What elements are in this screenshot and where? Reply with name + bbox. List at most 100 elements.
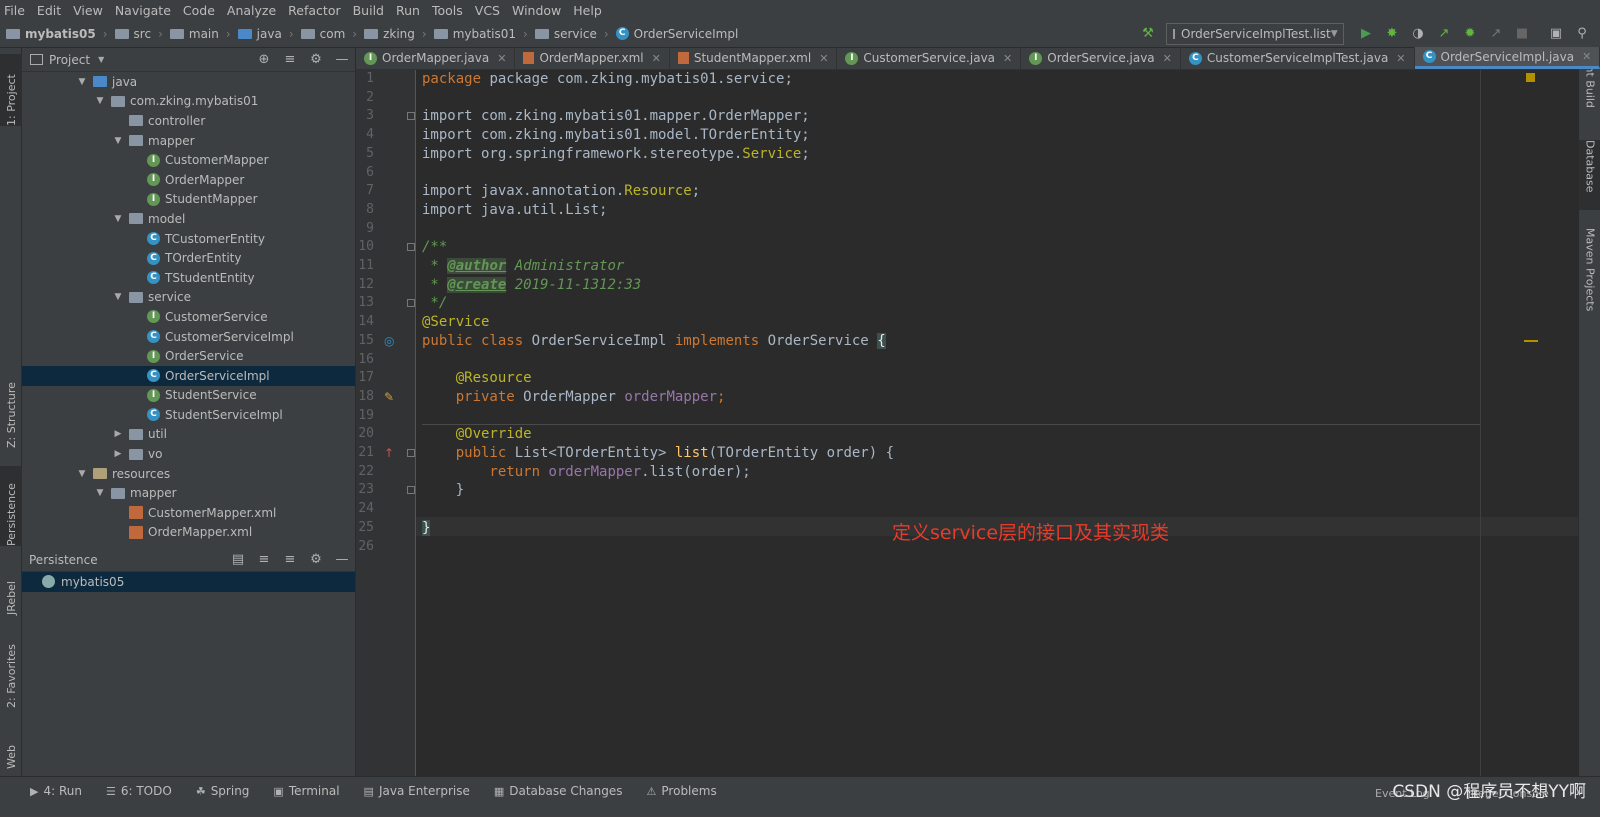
fold-marker-icon[interactable] xyxy=(407,486,415,495)
gear-icon[interactable]: ⚙ xyxy=(303,552,329,567)
bottom-tab-java-enterprise[interactable]: ▤ Java Enterprise xyxy=(364,784,470,798)
gear-icon[interactable]: ⚙ xyxy=(303,52,329,67)
bottom-tab-terminal[interactable]: ▣ Terminal xyxy=(273,784,339,798)
tree-node[interactable]: controller xyxy=(22,111,355,131)
project-panel-title[interactable]: Project xyxy=(49,53,90,67)
bottom-tab-problems[interactable]: ⚠ Problems xyxy=(647,784,717,798)
tool-tab-favorites[interactable]: 2: Favorites xyxy=(0,628,22,708)
chevron-down-icon[interactable]: ▼ xyxy=(98,55,104,64)
tree-node[interactable]: ▼ service xyxy=(22,288,355,308)
tree-node[interactable]: C TOrderEntity xyxy=(22,248,355,268)
menu-item-refactor[interactable]: Refactor xyxy=(288,3,340,18)
tree-node[interactable]: ▼ model xyxy=(22,209,355,229)
breadcrumb-item[interactable]: › main xyxy=(151,27,219,41)
warning-icon[interactable] xyxy=(1526,73,1535,82)
menu-item-help[interactable]: Help xyxy=(573,3,602,18)
menu-item-code[interactable]: Code xyxy=(183,3,215,18)
menu-item-run[interactable]: Run xyxy=(396,3,420,18)
tree-node[interactable]: I CustomerService xyxy=(22,307,355,327)
breadcrumb-item[interactable]: › src xyxy=(96,27,151,41)
minimize-icon[interactable]: — xyxy=(329,52,355,67)
chevron-down-icon[interactable]: ▼ xyxy=(112,136,124,146)
stop-icon[interactable]: ■ xyxy=(1514,26,1530,42)
editor-tab[interactable]: C CustomerServiceImplTest.java ✕ xyxy=(1181,47,1415,69)
breadcrumb-item[interactable]: mybatis05 xyxy=(6,27,96,41)
coverage-icon[interactable]: ◑ xyxy=(1410,26,1426,42)
persistence-item[interactable]: mybatis05 xyxy=(22,572,355,592)
menu-item-vcs[interactable]: VCS xyxy=(475,3,500,18)
editor-tab[interactable]: I OrderMapper.java ✕ xyxy=(356,47,516,69)
tree-node[interactable]: ▶ vo xyxy=(22,444,355,464)
tool-tab-structure[interactable]: Z: Structure xyxy=(0,368,22,448)
breadcrumb-item[interactable]: › C OrderServiceImpl xyxy=(597,27,738,41)
tool-tab-maven[interactable]: Maven Projects xyxy=(1579,228,1600,328)
fold-marker-icon[interactable] xyxy=(407,449,415,457)
implementation-marker-icon[interactable]: ◎ xyxy=(384,334,394,348)
tree-node[interactable]: ▼ resources xyxy=(22,464,355,484)
close-icon[interactable]: ✕ xyxy=(1396,52,1405,65)
menu-item-tools[interactable]: Tools xyxy=(432,3,463,18)
bottom-tab-spring[interactable]: ☘ Spring xyxy=(196,784,250,798)
chevron-down-icon[interactable]: ▼ xyxy=(112,214,124,224)
bottom-tab-todo[interactable]: ☰ 6: TODO xyxy=(106,784,172,798)
warning-marker[interactable] xyxy=(1524,340,1538,342)
build-hammer-icon[interactable]: ⚒ xyxy=(1140,26,1156,42)
fold-marker-icon[interactable] xyxy=(407,299,415,308)
close-icon[interactable]: ✕ xyxy=(1582,50,1591,63)
tree-node[interactable]: C OrderServiceImpl xyxy=(22,365,355,386)
tree-node[interactable]: I OrderService xyxy=(22,346,355,366)
breadcrumb-item[interactable]: › service xyxy=(516,27,597,41)
chevron-down-icon[interactable]: ▼ xyxy=(76,77,88,87)
bottom-tab-database-changes[interactable]: ▦ Database Changes xyxy=(494,784,623,798)
tree-node[interactable]: ▼ mapper xyxy=(22,131,355,151)
minimize-icon[interactable]: — xyxy=(329,552,355,567)
chevron-right-icon[interactable]: ▶ xyxy=(112,429,124,439)
editor-tab[interactable]: I OrderService.java ✕ xyxy=(1021,47,1181,69)
tree-node[interactable]: ▼ com.zking.mybatis01 xyxy=(22,92,355,112)
collapse-all-icon[interactable]: ≡ xyxy=(277,52,303,67)
chevron-right-icon[interactable]: ▶ xyxy=(112,449,124,459)
close-icon[interactable]: ✕ xyxy=(1003,52,1012,65)
tool-tab-jrebel[interactable]: JRebel xyxy=(0,560,22,615)
menu-item-navigate[interactable]: Navigate xyxy=(115,3,171,18)
code-editor[interactable]: package package com.zking.mybatis01.serv… xyxy=(422,70,1482,776)
override-marker-icon[interactable]: ↑ xyxy=(384,446,394,460)
breadcrumb-item[interactable]: › zking xyxy=(345,27,415,41)
tree-node[interactable]: I StudentService xyxy=(22,386,355,406)
editor-tab[interactable]: OrderMapper.xml ✕ xyxy=(515,47,670,69)
jrebel-run-icon[interactable]: ↗ xyxy=(1436,26,1452,42)
chevron-down-icon[interactable]: ▼ xyxy=(76,469,88,479)
tree-node[interactable]: I CustomerMapper xyxy=(22,150,355,170)
tree-node[interactable]: CustomerMapper.xml xyxy=(22,503,355,523)
menu-item-analyze[interactable]: Analyze xyxy=(227,3,276,18)
editor-tab[interactable]: I CustomerService.java ✕ xyxy=(837,47,1022,69)
close-icon[interactable]: ✕ xyxy=(819,52,828,65)
tree-node[interactable]: I StudentMapper xyxy=(22,190,355,210)
bottom-tab-run[interactable]: ▶ 4: Run xyxy=(30,784,82,798)
tool-tab-persistence[interactable]: Persistence xyxy=(0,466,22,546)
view-icon[interactable]: ▤ xyxy=(225,552,251,567)
search-icon[interactable]: ⚲ xyxy=(1574,26,1590,42)
tree-node[interactable]: OrderMapper.xml xyxy=(22,523,355,543)
injection-marker-icon[interactable]: ✎ xyxy=(384,390,394,404)
tree-node[interactable]: ▼ java xyxy=(22,72,355,92)
breadcrumb-item[interactable]: › java xyxy=(219,27,282,41)
menu-item-window[interactable]: Window xyxy=(512,3,561,18)
tree-node[interactable]: ▶ util xyxy=(22,425,355,445)
run-configuration-select[interactable]: OrderServiceImplTest.list ▼ xyxy=(1166,23,1344,45)
jrebel-update-icon[interactable]: ↗ xyxy=(1488,26,1504,42)
tool-tab-web[interactable]: Web xyxy=(0,724,22,769)
chevron-down-icon[interactable]: ▼ xyxy=(112,292,124,302)
chevron-down-icon[interactable]: ▼ xyxy=(94,96,106,106)
editor-tab[interactable]: C OrderServiceImpl.java ✕ xyxy=(1414,47,1600,69)
fold-marker-icon[interactable] xyxy=(407,112,415,121)
debug-icon[interactable]: ✸ xyxy=(1384,26,1400,42)
tree-node[interactable]: C StudentServiceImpl xyxy=(22,405,355,425)
breadcrumb-item[interactable]: › mybatis01 xyxy=(415,27,516,41)
close-icon[interactable]: ✕ xyxy=(652,52,661,65)
chevron-down-icon[interactable]: ▼ xyxy=(94,488,106,498)
editor-tab[interactable]: StudentMapper.xml ✕ xyxy=(670,47,838,69)
project-structure-icon[interactable]: ▣ xyxy=(1548,26,1564,42)
tool-tab-project[interactable]: 1: Project xyxy=(0,54,22,126)
menu-item-view[interactable]: View xyxy=(73,3,103,18)
